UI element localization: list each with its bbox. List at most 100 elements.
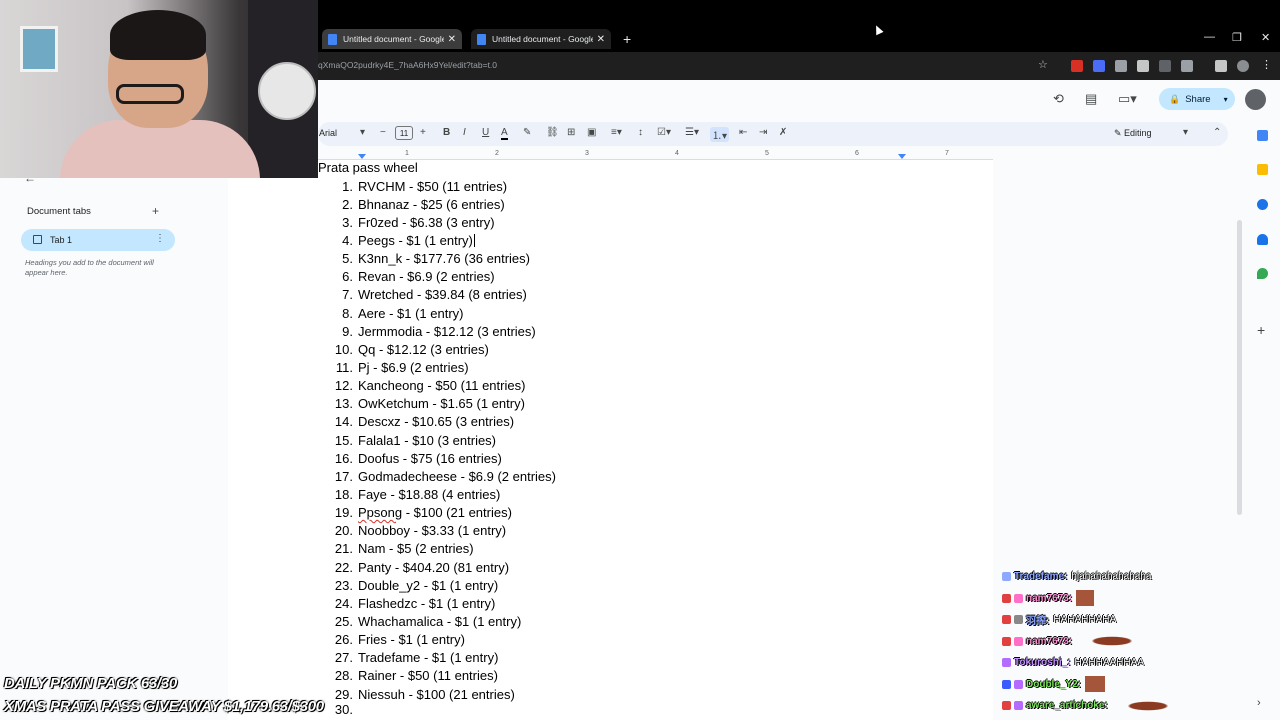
chevron-up-icon[interactable]: ⌃ (1213, 127, 1221, 138)
bookmark-star-icon[interactable]: ☆ (1038, 58, 1050, 71)
list-item[interactable]: 28. Rainer - $50 (11 entries) (318, 667, 556, 685)
history-icon[interactable]: ⟲ (1053, 91, 1064, 107)
increase-indent-icon[interactable]: ⇥ (759, 127, 767, 138)
list-text[interactable]: Godmadecheese - $6.9 (2 entries) (358, 469, 556, 484)
spellcheck-underline[interactable]: Ppsong (358, 505, 402, 520)
list-text[interactable]: Tradefame - $1 (1 entry) (358, 650, 498, 665)
decrease-indent-icon[interactable]: ⇤ (739, 127, 747, 138)
list-text[interactable]: K3nn_k - $177.76 (36 entries) (358, 251, 530, 266)
extensions-puzzle-icon[interactable] (1181, 60, 1193, 72)
close-icon[interactable]: ✕ (597, 34, 605, 45)
tasks-icon[interactable] (1257, 199, 1268, 210)
image-icon[interactable]: ▣ (587, 127, 596, 138)
browser-tab-2[interactable]: Untitled document - Google Do ✕ (471, 29, 611, 49)
link-icon[interactable]: ⛓ (546, 127, 559, 138)
add-comment-icon[interactable]: ⊞ (567, 127, 575, 138)
extension-icon[interactable] (1093, 60, 1105, 72)
share-button[interactable]: 🔒 Share ▾ (1159, 88, 1235, 110)
list-text[interactable]: RVCHM - $50 (11 entries) (358, 179, 507, 194)
list-item[interactable]: 1. RVCHM - $50 (11 entries) (318, 177, 556, 195)
line-spacing-icon[interactable]: ↕ (638, 127, 643, 138)
list-item[interactable]: 16. Doofus - $75 (16 entries) (318, 449, 556, 467)
list-item[interactable]: 15. Falala1 - $10 (3 entries) (318, 431, 556, 449)
list-item[interactable]: 23. Double_y2 - $1 (1 entry) (318, 576, 556, 594)
maps-icon[interactable] (1257, 268, 1268, 279)
url-text[interactable]: qXmaQO2pudrky4E_7haA6Hx9Yel/edit?tab=t.0 (318, 60, 497, 70)
chevron-down-icon[interactable]: ▾ (1224, 95, 1228, 104)
list-item[interactable]: 20. Noobboy - $3.33 (1 entry) (318, 522, 556, 540)
list-item[interactable]: 14. Descxz - $10.65 (3 entries) (318, 413, 556, 431)
list-text[interactable]: Doofus - $75 (16 entries) (358, 451, 502, 466)
add-addon-icon[interactable]: + (1257, 322, 1268, 338)
list-item[interactable]: 24. Flashedzc - $1 (1 entry) (318, 594, 556, 612)
list-text[interactable]: Kancheong - $50 (11 entries) (358, 378, 525, 393)
list-text[interactable]: Whachamalica - $1 (1 entry) (358, 614, 521, 629)
list-text[interactable]: Qq - $12.12 (3 entries) (358, 342, 489, 357)
extension-icon[interactable] (1159, 60, 1171, 72)
list-item[interactable]: 2. Bhnanaz - $25 (6 entries) (318, 195, 556, 213)
more-options-icon[interactable]: ⋮ (155, 233, 165, 244)
tab-label[interactable]: Tab 1 (50, 235, 72, 245)
list-text[interactable]: Bhnanaz - $25 (6 entries) (358, 197, 505, 212)
list-text[interactable]: Descxz - $10.65 (3 entries) (358, 414, 514, 429)
list-text[interactable]: Ppsong - $100 (21 entries) (358, 505, 512, 520)
list-item[interactable]: 29. Niessuh - $100 (21 entries) (318, 685, 556, 703)
list-text[interactable]: Fries - $1 (1 entry) (358, 632, 465, 647)
font-size-input[interactable]: 11 (395, 126, 413, 140)
list-item[interactable]: 4. Peegs - $1 (1 entry) (318, 231, 556, 249)
numbered-list-icon[interactable]: ⒈▾ (710, 127, 730, 142)
list-item[interactable]: 27. Tradefame - $1 (1 entry) (318, 649, 556, 667)
list-text[interactable]: Rainer - $50 (11 entries) (358, 668, 498, 683)
list-item[interactable]: 11. Pj - $6.9 (2 entries) (318, 358, 556, 376)
scrollbar[interactable] (1237, 220, 1242, 515)
list-text[interactable]: Nam - $5 (2 entries) (358, 541, 474, 556)
profile-icon[interactable] (1237, 60, 1249, 72)
decrease-font-icon[interactable]: − (380, 127, 386, 138)
bulleted-list-icon[interactable]: ☰▾ (685, 127, 699, 138)
list-item[interactable]: 9. Jermmodia - $12.12 (3 entries) (318, 322, 556, 340)
editing-mode-select[interactable]: ✎ Editing (1114, 128, 1152, 139)
text-color-icon[interactable]: A (501, 127, 508, 140)
list-item[interactable]: 5. K3nn_k - $177.76 (36 entries) (318, 250, 556, 268)
close-icon[interactable]: ✕ (448, 34, 456, 45)
keep-icon[interactable] (1257, 164, 1268, 175)
cast-icon[interactable] (1215, 60, 1227, 72)
browser-tab-1[interactable]: Untitled document - Google Do ✕ (322, 29, 462, 49)
comment-icon[interactable]: ▤ (1085, 91, 1097, 107)
new-tab-button[interactable]: + (623, 31, 631, 47)
right-indent-marker[interactable] (898, 154, 906, 159)
meet-icon[interactable]: ▭▾ (1118, 91, 1137, 107)
tab-tab-1[interactable] (21, 229, 175, 251)
list-text[interactable]: Falala1 - $10 (3 entries) (358, 433, 496, 448)
list-text[interactable]: Flashedzc - $1 (1 entry) (358, 596, 495, 611)
minimize-icon[interactable]: — (1204, 31, 1215, 43)
list-text[interactable]: Aere - $1 (1 entry) (358, 306, 464, 321)
list-item[interactable]: 3. Fr0zed - $6.38 (3 entry) (318, 213, 556, 231)
ruler[interactable] (318, 149, 993, 160)
add-tab-button[interactable]: + (152, 204, 159, 218)
bold-icon[interactable]: B (443, 127, 450, 138)
list-item[interactable]: 8. Aere - $1 (1 entry) (318, 304, 556, 322)
list-item[interactable]: 18. Faye - $18.88 (4 entries) (318, 485, 556, 503)
calendar-icon[interactable] (1257, 130, 1268, 141)
font-select[interactable]: Arial (319, 128, 337, 138)
list-text[interactable]: Double_y2 - $1 (1 entry) (358, 578, 498, 593)
italic-icon[interactable]: I (463, 127, 466, 138)
list-item[interactable]: 13. OwKetchum - $1.65 (1 entry) (318, 395, 556, 413)
list-item[interactable]: 25. Whachamalica - $1 (1 entry) (318, 612, 556, 630)
document-title[interactable]: Prata pass wheel (318, 160, 418, 175)
list-text[interactable]: Revan - $6.9 (2 entries) (358, 269, 495, 284)
contacts-icon[interactable] (1257, 234, 1268, 245)
restore-icon[interactable]: ❐ (1232, 31, 1242, 44)
list-text[interactable]: Faye - $18.88 (4 entries) (358, 487, 500, 502)
menu-dots-icon[interactable]: ⋮ (1261, 58, 1273, 71)
list-text[interactable]: OwKetchum - $1.65 (1 entry) (358, 396, 525, 411)
list-text[interactable]: Niessuh - $100 (21 entries) (358, 687, 515, 702)
window-close-icon[interactable]: ✕ (1261, 31, 1270, 44)
list-item[interactable]: 7. Wretched - $39.84 (8 entries) (318, 286, 556, 304)
list-item[interactable]: 17. Godmadecheese - $6.9 (2 entries) (318, 467, 556, 485)
checklist-icon[interactable]: ☑▾ (657, 127, 671, 138)
list-text[interactable]: Noobboy - $3.33 (1 entry) (358, 523, 506, 538)
list-item[interactable]: 26. Fries - $1 (1 entry) (318, 631, 556, 649)
list-text[interactable]: Fr0zed - $6.38 (3 entry) (358, 215, 495, 230)
